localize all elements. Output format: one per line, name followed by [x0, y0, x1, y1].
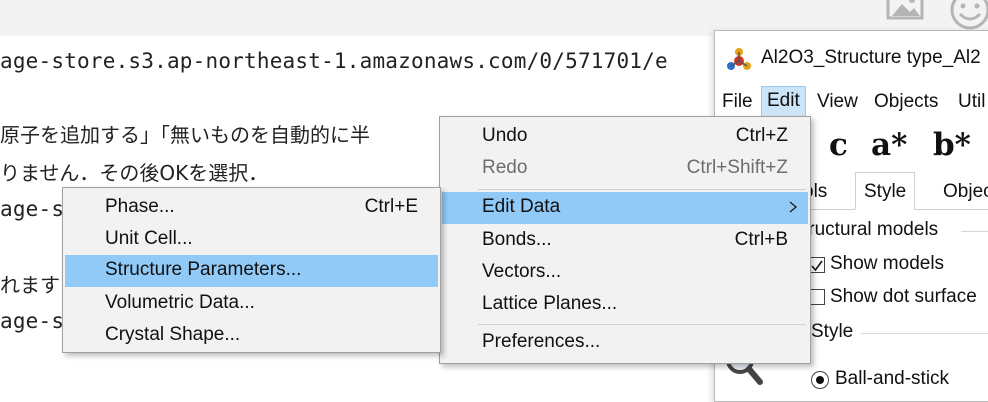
document-text-line: れます [0, 273, 60, 297]
axis-a-star-button[interactable]: a* [871, 127, 907, 163]
menu-item-redo[interactable]: Redo Ctrl+Shift+Z [442, 153, 808, 185]
menu-item-label: Bonds... [482, 229, 552, 250]
group-divider [861, 333, 988, 334]
menu-item-preferences[interactable]: Preferences... [442, 327, 808, 359]
menu-item-volumetric-data[interactable]: Volumetric Data... [65, 288, 438, 320]
menu-item-structure-parameters[interactable]: Structure Parameters... [65, 255, 438, 287]
structural-models-group-title: tructural models [803, 219, 939, 240]
window-title: Al2O3_Structure type_Al2 [761, 47, 981, 68]
menu-item-label: Undo [482, 125, 528, 146]
menu-edit[interactable]: Edit [761, 86, 806, 118]
document-url-line: age-store.s3.ap-northeast-1.amazonaws.co… [0, 49, 668, 73]
menu-separator [478, 324, 806, 325]
menubar: File Edit View Objects Util [715, 86, 988, 118]
menu-item-edit-data[interactable]: Edit Data [442, 192, 808, 224]
edit-menu: Undo Ctrl+Z Redo Ctrl+Shift+Z Edit Data … [439, 116, 811, 364]
smiley-icon[interactable] [948, 0, 988, 32]
title-bar: Al2O3_Structure type_Al2 [715, 41, 988, 77]
menu-item-crystal-shape[interactable]: Crystal Shape... [65, 320, 438, 352]
menu-separator [478, 189, 806, 190]
menu-item-bonds[interactable]: Bonds... Ctrl+B [442, 225, 808, 257]
menu-item-label: Phase... [105, 196, 175, 217]
show-dot-surface-label: Show dot surface [830, 286, 977, 307]
tab-objects[interactable]: Objec [935, 175, 988, 209]
chevron-right-icon [789, 201, 798, 213]
tab-style[interactable]: Style [855, 172, 916, 210]
menu-item-phase[interactable]: Phase... Ctrl+E [65, 192, 438, 224]
document-url-line: age-s [0, 309, 65, 333]
menu-item-label: Lattice Planes... [482, 293, 618, 314]
menu-item-label: Edit Data [482, 196, 561, 217]
show-models-label: Show models [830, 253, 945, 274]
menu-item-label: Preferences... [482, 331, 601, 352]
menu-item-shortcut: Ctrl+Z [735, 125, 788, 146]
menu-view[interactable]: View [812, 87, 863, 117]
menu-item-undo[interactable]: Undo Ctrl+Z [442, 121, 808, 153]
menu-item-label: Crystal Shape... [105, 324, 241, 345]
document-url-line: age-s [0, 197, 65, 221]
group-divider [961, 231, 988, 232]
menu-item-label: Vectors... [482, 261, 562, 282]
document-text-line: りません．その後OKを選択． [0, 161, 269, 185]
menu-item-vectors[interactable]: Vectors... [442, 257, 808, 289]
menu-item-shortcut: Ctrl+E [364, 196, 418, 217]
axis-c-button[interactable]: c [829, 127, 848, 163]
show-dot-surface-checkbox[interactable] [809, 289, 825, 305]
menu-utilities[interactable]: Util [953, 87, 988, 117]
ball-and-stick-label: Ball-and-stick [835, 368, 950, 389]
image-icon[interactable] [886, 0, 926, 22]
menu-item-label: Structure Parameters... [105, 259, 302, 280]
show-models-checkbox[interactable] [809, 257, 825, 273]
menu-item-label: Unit Cell... [105, 228, 193, 249]
axis-b-star-button[interactable]: b* [933, 127, 971, 163]
style-group-title: Style [811, 321, 854, 342]
menu-item-shortcut: Ctrl+B [734, 229, 788, 250]
menu-item-unit-cell[interactable]: Unit Cell... [65, 224, 438, 256]
checkmark-icon [811, 260, 823, 272]
menu-file[interactable]: File [717, 87, 758, 117]
vesta-logo-icon [727, 48, 751, 70]
menu-item-label: Volumetric Data... [105, 292, 255, 313]
ball-and-stick-radio[interactable] [811, 371, 829, 389]
document-text-line: 原子を追加する」「無いものを自動的に半 [0, 123, 370, 147]
side-panel-tabs: ols Style Objec [803, 172, 988, 210]
menu-item-label: Redo [482, 157, 528, 178]
menu-objects[interactable]: Objects [869, 87, 943, 117]
menu-item-lattice-planes[interactable]: Lattice Planes... [442, 289, 808, 321]
menu-item-shortcut: Ctrl+Shift+Z [686, 157, 788, 178]
edit-data-submenu: Phase... Ctrl+E Unit Cell... Structure P… [62, 187, 441, 353]
